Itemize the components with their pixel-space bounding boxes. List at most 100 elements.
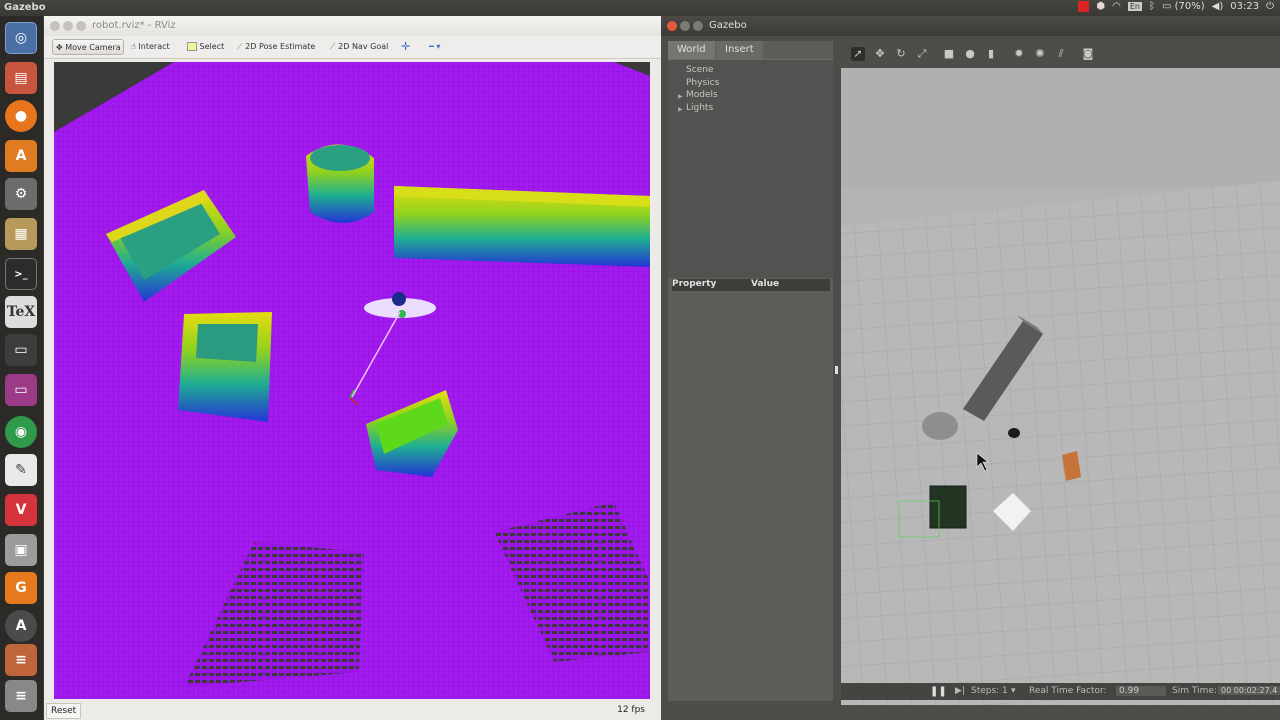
move-camera-button[interactable]: ✥ Move Camera <box>52 39 124 55</box>
robot-marker <box>392 292 406 306</box>
rviz-window: robot.rviz* - RViz ✥ Move Camera ☝ Inter… <box>44 16 661 720</box>
window-icon[interactable]: ▭ <box>5 334 37 366</box>
translate-icon[interactable]: ✥ <box>873 47 887 61</box>
close-icon[interactable] <box>667 21 677 31</box>
keyboard-layout[interactable]: En <box>1127 2 1142 11</box>
archive-icon[interactable]: ▦ <box>5 218 37 250</box>
dropbox-icon[interactable]: ⬢ <box>1096 1 1105 12</box>
point-light-icon[interactable]: ✹ <box>1012 47 1026 61</box>
world-tree: Scene Physics ▶ Models ▶ Lights <box>668 59 833 278</box>
2d-pose-estimate-label: 2D Pose Estimate <box>245 42 316 51</box>
settings-icon[interactable]: ⚙ <box>5 178 37 210</box>
files-icon[interactable]: ▤ <box>5 62 37 94</box>
sim-time-value: 00 00:02:27.4 <box>1218 686 1280 695</box>
tree-item-models[interactable]: Models <box>686 90 718 100</box>
wifi-icon[interactable]: ◠ <box>1112 1 1121 12</box>
record-indicator-icon[interactable] <box>1078 1 1090 12</box>
2d-pose-estimate-button[interactable]: ⟋ 2D Pose Estimate <box>234 39 318 55</box>
reset-button[interactable]: Reset <box>46 703 82 719</box>
gazebo-scene-render <box>841 68 1280 705</box>
tex-icon[interactable]: TeX <box>5 296 37 328</box>
box-shape-icon[interactable]: ■ <box>942 47 956 61</box>
expand-arrow-icon[interactable]: ▶ <box>678 93 683 100</box>
terminal-icon[interactable]: >_ <box>5 258 37 290</box>
real-time-factor-label: Real Time Factor: <box>1029 686 1107 696</box>
fps-readout: 12 fps <box>617 705 645 715</box>
real-time-factor-value: 0.99 <box>1116 686 1166 696</box>
maximize-icon[interactable] <box>693 21 703 31</box>
gazebo-dark-box <box>929 485 967 529</box>
hand-icon: ☝ <box>131 42 136 51</box>
updater-icon[interactable]: A <box>5 610 37 642</box>
close-icon[interactable] <box>50 21 60 31</box>
rviz-statusbar: Reset 12 fps <box>44 701 661 720</box>
interact-button[interactable]: ☝ Interact <box>128 39 173 55</box>
cylinder-shape-icon[interactable]: ▮ <box>984 47 998 61</box>
text-editor-icon[interactable]: ✎ <box>5 454 37 486</box>
software-center-icon[interactable]: A <box>5 140 37 172</box>
scale-icon[interactable]: ⤢ <box>915 47 929 61</box>
pose-arrow-icon: ⟋ <box>237 42 243 51</box>
tree-item-scene[interactable]: Scene <box>686 65 713 75</box>
stack-icon-2[interactable]: ≡ <box>5 680 37 712</box>
select-label: Select <box>199 42 225 51</box>
property-table-header: Property Value <box>672 279 830 291</box>
top-panel: Gazebo ⬢ ◠ En ᛒ ▭ (70%) ◀) 03:23 ⏻ <box>0 0 1280 16</box>
vivaldi-icon[interactable]: V <box>5 494 37 526</box>
firefox-icon[interactable]: ● <box>5 100 37 132</box>
remove-tool-button[interactable]: ━ ▾ <box>426 39 443 55</box>
gazebo-sphere-model <box>922 412 958 440</box>
select-button[interactable]: Select <box>184 39 227 55</box>
pause-icon[interactable]: ❚❚ <box>930 686 947 697</box>
interact-label: Interact <box>138 42 170 51</box>
gazebo-window-title: Gazebo <box>709 20 747 31</box>
volume-icon[interactable]: ◀) <box>1212 1 1224 12</box>
chrome-icon[interactable]: ◉ <box>5 416 37 448</box>
gazebo-3d-scene[interactable]: ➚ ✥ ↻ ⤢ ■ ● ▮ ✹ ✺ ⫽ ◙ <box>841 41 1280 705</box>
2d-nav-goal-button[interactable]: ⟋ 2D Nav Goal <box>327 39 391 55</box>
move-camera-icon: ✥ <box>56 43 63 52</box>
active-app-name: Gazebo <box>4 2 46 13</box>
app-icon[interactable]: ▭ <box>5 374 37 406</box>
tree-item-lights[interactable]: Lights <box>686 103 713 113</box>
value-column-header: Value <box>751 279 780 289</box>
minimize-icon[interactable] <box>680 21 690 31</box>
2d-nav-goal-label: 2D Nav Goal <box>338 42 389 51</box>
screenshot-icon[interactable]: ◙ <box>1081 47 1095 61</box>
power-icon[interactable]: ⏻ <box>1266 1 1274 12</box>
expand-arrow-icon[interactable]: ▶ <box>678 106 683 113</box>
add-tool-button[interactable]: ✛ <box>398 39 413 55</box>
gazebo-left-panel: World Insert Scene Physics ▶ Models ▶ Li… <box>668 41 833 701</box>
rotate-icon[interactable]: ↻ <box>894 47 908 61</box>
tab-world[interactable]: World <box>668 41 715 59</box>
select-icon <box>187 42 197 51</box>
dash-icon[interactable]: ◎ <box>5 22 37 54</box>
gazebo-toolbar: ➚ ✥ ↻ ⤢ ■ ● ▮ ✹ ✺ ⫽ ◙ <box>841 41 1280 68</box>
directional-light-icon[interactable]: ⫽ <box>1054 47 1068 61</box>
clock[interactable]: 03:23 <box>1230 1 1259 12</box>
stack-icon[interactable]: ≡ <box>5 644 37 676</box>
gazebo-small-cylinder <box>1008 428 1020 438</box>
step-icon[interactable]: ▶| <box>955 686 965 696</box>
rviz-toolbar: ✥ Move Camera ☝ Interact Select ⟋ 2D Pos… <box>44 36 661 59</box>
maximize-icon[interactable] <box>76 21 86 31</box>
steps-dropdown-icon[interactable]: ▾ <box>1011 686 1016 696</box>
pdf-icon[interactable]: G <box>5 572 37 604</box>
panel-splitter[interactable] <box>835 366 838 374</box>
select-arrow-icon[interactable]: ➚ <box>851 47 865 61</box>
steps-spinbox[interactable]: 1 <box>1002 686 1008 696</box>
tree-item-physics[interactable]: Physics <box>686 78 719 88</box>
bluetooth-icon[interactable]: ᛒ <box>1149 1 1155 12</box>
3d-viewport[interactable] <box>54 62 650 699</box>
printer-icon[interactable]: ▣ <box>5 534 37 566</box>
tab-insert[interactable]: Insert <box>716 41 763 59</box>
octomap-render <box>54 62 650 699</box>
sphere-shape-icon[interactable]: ● <box>963 47 977 61</box>
battery-indicator[interactable]: ▭ (70%) <box>1162 1 1205 12</box>
sim-time-label: Sim Time: <box>1172 686 1217 696</box>
spot-light-icon[interactable]: ✺ <box>1033 47 1047 61</box>
gazebo-bottom-bar: ❚❚ ▶| Steps: 1 ▾ Real Time Factor: 0.99 … <box>841 683 1280 700</box>
launcher: ◎ ▤ ● A ⚙ ▦ >_ TeX ▭ ▭ ◉ ✎ V ▣ G A ≡ ≡ <box>0 16 43 720</box>
gazebo-titlebar: Gazebo <box>661 16 1280 36</box>
minimize-icon[interactable] <box>63 21 73 31</box>
